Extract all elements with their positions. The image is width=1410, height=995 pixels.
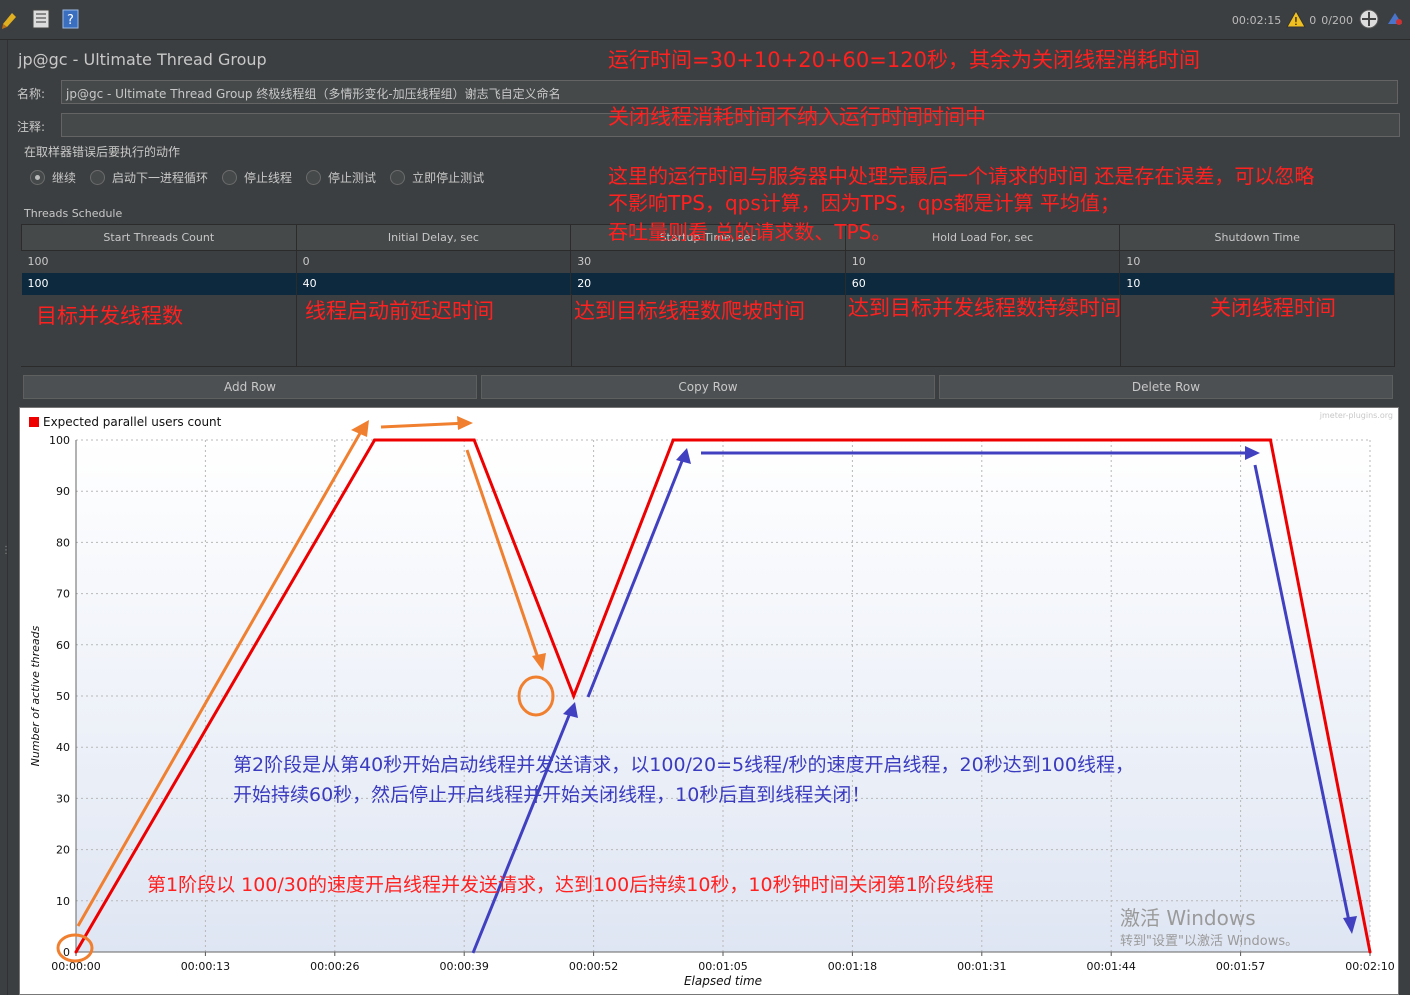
annotation-stage2-1: 第2阶段是从第40秒开始启动线程并发送请求，以100/20=5线程/秒的速度开启… [233, 754, 1134, 776]
radio-continue[interactable]: 继续 [30, 169, 76, 186]
y-tick-label: 100 [49, 434, 70, 447]
warning-icon[interactable]: ! [1286, 9, 1307, 31]
legend-swatch [29, 417, 39, 427]
x-tick-label: 00:01:31 [957, 960, 1006, 973]
arrow-orange-hold [380, 421, 469, 429]
table-cell[interactable]: 0 [296, 250, 572, 273]
y-tick-label: 10 [56, 895, 70, 908]
annotation-note-3: 吞吐量则看 总的请求数、TPS。 [608, 220, 892, 244]
table-cell[interactable]: 100 [21, 250, 297, 273]
delete-row-button[interactable]: Delete Row [939, 375, 1393, 399]
y-tick-label: 90 [56, 485, 70, 498]
series-point [472, 438, 476, 442]
series-point [373, 438, 377, 442]
chart-watermark: jmeter-plugins.org [1319, 411, 1393, 420]
table-row[interactable]: 100 40 20 60 10 [21, 272, 1395, 295]
series-point [1368, 950, 1372, 954]
table-cell[interactable]: 10 [1119, 250, 1395, 273]
schedule-title: Threads Schedule [24, 207, 123, 220]
left-divider[interactable]: ⋮ [0, 40, 11, 995]
y-axis-label: Number of active threads [29, 625, 42, 766]
comment-label: 注释: [17, 120, 46, 134]
copy-row-button[interactable]: Copy Row [481, 375, 935, 399]
annotation-col4: 达到目标并发线程数持续时间 [848, 296, 1121, 320]
x-tick-label: 00:01:57 [1216, 960, 1265, 973]
error-action-label: 在取样器错误后要执行的动作 [24, 145, 181, 159]
col-start-threads[interactable]: Start Threads Count [21, 224, 297, 251]
col-shutdown-time[interactable]: Shutdown Time [1119, 224, 1395, 251]
y-tick-label: 30 [56, 792, 70, 805]
remote-start-icon[interactable] [1358, 8, 1380, 33]
annotation-col3: 达到目标线程数爬坡时间 [574, 299, 805, 323]
windows-activation-subtitle: 转到"设置"以激活 Windows。 [1120, 934, 1299, 949]
x-tick-label: 00:00:39 [439, 960, 488, 973]
annotation-note-1: 这里的运行时间与服务器中处理完最后一个请求的时间 还是存在误差，可以忽略 [608, 164, 1315, 188]
table-cell[interactable]: 100 [21, 272, 297, 295]
table-cell[interactable]: 10 [845, 250, 1121, 273]
annotation-shutdown: 关闭线程消耗时间不纳入运行时间时间中 [608, 105, 986, 129]
x-tick-label: 00:00:26 [310, 960, 359, 973]
name-label: 名称: [17, 87, 46, 101]
y-tick-label: 50 [56, 690, 70, 703]
x-tick-label: 00:01:18 [828, 960, 877, 973]
radio-stop-test[interactable]: 停止测试 [306, 169, 376, 186]
series-point [671, 438, 675, 442]
annotation-stage2-2: 开始持续60秒，然后停止开启线程并开始关闭线程，10秒后直到线程关闭！ [233, 784, 871, 806]
x-tick-label: 00:02:10 [1345, 960, 1394, 973]
annotation-note-2: 不影响TPS，qps计算，因为TPS，qps都是计算 平均值； [608, 191, 1120, 215]
annotation-col1: 目标并发线程数 [36, 304, 183, 328]
y-tick-label: 20 [56, 844, 70, 857]
table-cell[interactable]: 40 [296, 272, 572, 295]
log-viewer-icon[interactable] [1385, 9, 1405, 32]
series-point [1268, 438, 1272, 442]
toolbar: ? 00:02:15 ! 0 0/200 [0, 0, 1410, 40]
col-initial-delay[interactable]: Initial Delay, sec [295, 224, 572, 251]
table-cell[interactable]: 30 [570, 250, 846, 273]
warning-count: 0 [1309, 13, 1317, 27]
svg-text:!: ! [1294, 15, 1298, 28]
legend-label: Expected parallel users count [43, 415, 222, 429]
annotation-col2: 线程启动前延迟时间 [305, 299, 494, 323]
x-tick-label: 00:00:13 [181, 960, 230, 973]
annotation-stage1: 第1阶段以 100/30的速度开启线程并发送请求，达到100后持续10秒，10秒… [147, 874, 994, 896]
panel-title: jp@gc - Ultimate Thread Group [18, 50, 267, 69]
x-axis-label: Elapsed time [684, 974, 762, 988]
x-tick-label: 00:01:44 [1086, 960, 1135, 973]
clear-broom-icon[interactable] [0, 8, 22, 30]
windows-activation-title: 激活 Windows [1120, 906, 1256, 930]
grip-handle-icon[interactable]: ⋮ [1, 546, 11, 556]
function-helper-icon[interactable] [30, 8, 52, 30]
annotation-runtime: 运行时间=30+10+20+60=120秒，其余为关闭线程消耗时间 [608, 48, 1200, 72]
table-row[interactable]: 100 0 30 10 10 [21, 250, 1395, 273]
series-point [572, 694, 576, 698]
arrowhead-icon [457, 416, 473, 430]
radio-start-next-loop[interactable]: 启动下一进程循环 [90, 169, 208, 186]
y-tick-label: 40 [56, 741, 70, 754]
annotation-col5: 关闭线程时间 [1210, 296, 1336, 320]
x-tick-label: 00:00:52 [569, 960, 618, 973]
series-point [74, 950, 78, 954]
elapsed-timer: 00:02:15 [1231, 13, 1282, 27]
y-tick-label: 80 [56, 536, 70, 549]
y-tick-label: 60 [56, 639, 70, 652]
thread-count: 0/200 [1321, 13, 1353, 27]
help-icon[interactable]: ? [60, 8, 82, 30]
y-tick-label: 70 [56, 588, 70, 601]
add-row-button[interactable]: Add Row [23, 375, 477, 399]
svg-text:?: ? [67, 13, 74, 28]
x-tick-label: 00:01:05 [698, 960, 747, 973]
radio-stop-thread[interactable]: 停止线程 [222, 169, 292, 186]
error-action-group: 继续 启动下一进程循环 停止线程 停止测试 立即停止测试 [30, 169, 498, 186]
radio-stop-test-now[interactable]: 立即停止测试 [390, 169, 484, 186]
table-cell[interactable]: 20 [570, 272, 846, 295]
